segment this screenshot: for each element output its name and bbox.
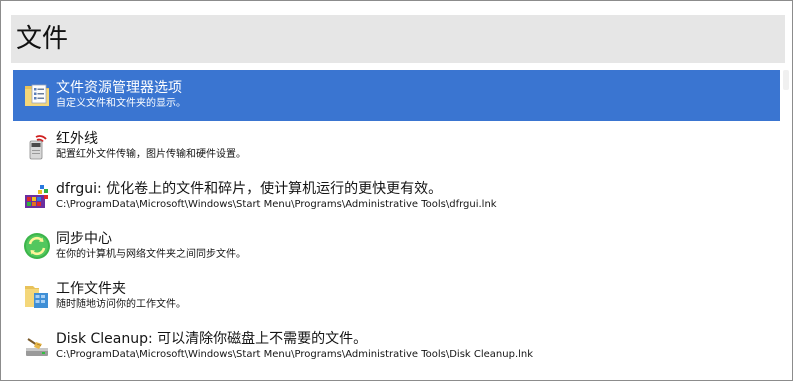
item-title: Disk Cleanup: 可以清除你磁盘上不需要的文件。 xyxy=(56,331,368,347)
item-title: 工作文件夹 xyxy=(56,281,126,297)
result-item-infrared[interactable]: 红外线 配置红外文件传输，图片传输和硬件设置。 xyxy=(13,121,780,171)
scrollbar[interactable] xyxy=(783,70,789,90)
item-title: 同步中心 xyxy=(56,231,112,247)
item-title: 红外线 xyxy=(56,131,98,147)
item-subtitle: 自定义文件和文件夹的显示。 xyxy=(56,98,186,109)
item-subtitle: 随时随地访问你的工作文件。 xyxy=(56,299,186,310)
item-title: dfrgui: 优化卷上的文件和碎片，使计算机运行的更快更有效。 xyxy=(56,181,443,197)
sync-center-icon xyxy=(22,231,52,261)
result-item-dfrgui[interactable]: dfrgui: 优化卷上的文件和碎片，使计算机运行的更快更有效。 C:\Prog… xyxy=(13,171,780,221)
search-results-window: 文件 文件资源管理器选项 自定义文件和文件夹的显示。 红外线 配置红外文件传输，… xyxy=(0,0,793,381)
result-item-sync-center[interactable]: 同步中心 在你的计算机与网络文件夹之间同步文件。 xyxy=(13,221,780,271)
disk-cleanup-icon xyxy=(22,331,52,361)
result-item-disk-cleanup[interactable]: Disk Cleanup: 可以清除你磁盘上不需要的文件。 C:\Program… xyxy=(13,321,780,371)
infrared-icon xyxy=(22,131,52,161)
item-subtitle: 在你的计算机与网络文件夹之间同步文件。 xyxy=(56,249,246,260)
work-folders-icon xyxy=(22,281,52,311)
result-item-work-folders[interactable]: 工作文件夹 随时随地访问你的工作文件。 xyxy=(13,271,780,321)
results-list: 文件资源管理器选项 自定义文件和文件夹的显示。 红外线 配置红外文件传输，图片传… xyxy=(13,70,780,380)
item-title: 文件资源管理器选项 xyxy=(56,80,182,96)
item-subtitle: 配置红外文件传输，图片传输和硬件设置。 xyxy=(56,149,246,160)
search-header: 文件 xyxy=(11,15,785,63)
item-subtitle: C:\ProgramData\Microsoft\Windows\Start M… xyxy=(56,199,497,210)
result-item-folder-options[interactable]: 文件资源管理器选项 自定义文件和文件夹的显示。 xyxy=(13,70,780,121)
item-subtitle: C:\ProgramData\Microsoft\Windows\Start M… xyxy=(56,349,534,360)
folder-options-icon xyxy=(22,80,52,110)
page-title: 文件 xyxy=(16,24,69,54)
defrag-icon xyxy=(22,181,52,211)
